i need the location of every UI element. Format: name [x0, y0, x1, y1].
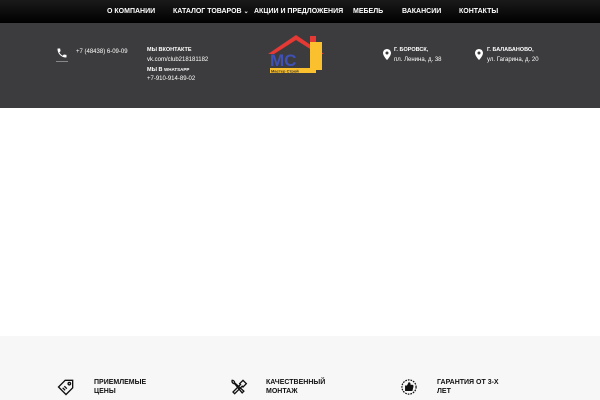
- top-navigation: О КОМПАНИИ КАТАЛОГ ТОВАРОВ ⌄ АКЦИИ И ПРЕД…: [0, 0, 600, 23]
- site-logo[interactable]: МС Мастер Строй: [266, 32, 334, 80]
- whatsapp-brand: WHATSAPP: [164, 67, 190, 72]
- nav-item-about[interactable]: О КОМПАНИИ: [107, 0, 155, 23]
- nav-item-label: МЕБЕЛЬ: [353, 8, 384, 15]
- address1-street: пл. Ленина, д. 38: [394, 57, 442, 63]
- phone-underline: [56, 61, 68, 62]
- location-pin-icon: [475, 49, 483, 60]
- location-pin-icon: [383, 49, 391, 60]
- nav-item-vacancies[interactable]: ВАКАНСИИ: [402, 0, 441, 23]
- feature-prices: ПРИЕМЛЕМЫЕ ЦЕНЫ: [56, 378, 164, 396]
- feature-label: ПРИЕМЛЕМЫЕ ЦЕНЫ: [94, 379, 147, 395]
- logo-subtitle: Мастер Строй: [271, 68, 299, 73]
- nav-item-furniture[interactable]: МЕБЕЛЬ: [353, 0, 383, 23]
- address1-city: Г. БОРОВСК,: [394, 47, 429, 53]
- feature-label: ГАРАНТИЯ ОТ 3-Х ЛЕТ: [437, 379, 499, 395]
- whatsapp-phone[interactable]: +7-910-914-89-02: [147, 76, 195, 82]
- address2-street: ул. Гагарина, д. 20: [487, 57, 539, 63]
- nav-item-label: КАТАЛОГ ТОВАРОВ: [173, 8, 242, 15]
- feature-label: КАЧЕСТВЕННЫЙ МОНТАЖ: [266, 379, 326, 395]
- logo-letters: МС: [270, 51, 296, 70]
- nav-item-contacts[interactable]: КОНТАКТЫ: [459, 0, 498, 23]
- vk-link[interactable]: vk.com/club218181182: [147, 57, 208, 63]
- features-section: ПРИЕМЛЕМЫЕ ЦЕНЫ КАЧЕСТВЕННЫЙ МОНТАЖ ГАРА…: [0, 336, 600, 400]
- nav-item-offers[interactable]: АКЦИИ И ПРЕДЛОЖЕНИЯ: [254, 0, 343, 23]
- thumbs-up-badge-icon: [401, 379, 417, 395]
- whatsapp-title-text: МЫ В: [147, 67, 163, 73]
- nav-item-label: О КОМПАНИИ: [107, 8, 156, 15]
- price-tag-icon: [57, 379, 74, 396]
- page: О КОМПАНИИ КАТАЛОГ ТОВАРОВ ⌄ АКЦИИ И ПРЕД…: [0, 0, 600, 400]
- chevron-down-icon: ⌄: [243, 9, 249, 15]
- nav-item-catalog[interactable]: КАТАЛОГ ТОВАРОВ ⌄: [173, 0, 249, 23]
- nav-item-label: АКЦИИ И ПРЕДЛОЖЕНИЯ: [254, 8, 344, 15]
- phone-number[interactable]: +7 (48438) 6-09-09: [76, 49, 128, 55]
- main-content: [0, 108, 600, 336]
- feature-installation: КАЧЕСТВЕННЫЙ МОНТАЖ: [228, 378, 336, 396]
- feature-warranty: ГАРАНТИЯ ОТ 3-Х ЛЕТ: [399, 378, 507, 396]
- nav-item-label: КОНТАКТЫ: [459, 8, 499, 15]
- whatsapp-title: МЫ В WHATSAPP: [147, 67, 189, 73]
- address2-city: Г. БАЛАБАНОВО,: [487, 47, 534, 53]
- phone-icon: [57, 48, 67, 58]
- site-header: +7 (48438) 6-09-09 МЫ ВКОНТАКТЕ vk.com/c…: [0, 23, 600, 108]
- tools-icon: [231, 379, 248, 395]
- vk-title: МЫ ВКОНТАКТЕ: [147, 47, 192, 53]
- nav-item-label: ВАКАНСИИ: [402, 8, 442, 15]
